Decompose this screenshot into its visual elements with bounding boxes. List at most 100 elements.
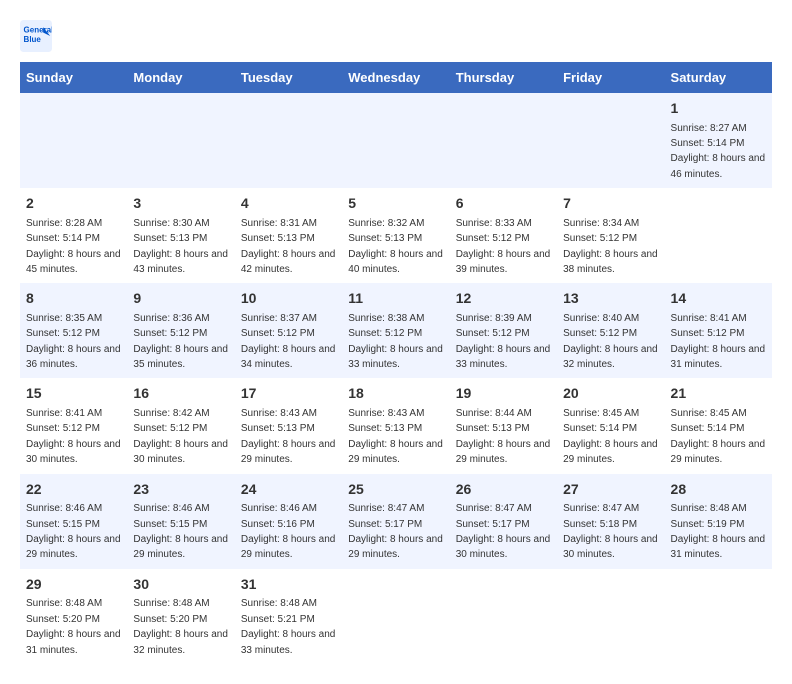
calendar-day-cell: 26 Sunrise: 8:47 AMSunset: 5:17 PMDayligh… [450,474,557,569]
empty-day-cell [342,93,449,188]
calendar-day-cell: 16Sunrise: 8:42 AMSunset: 5:12 PMDayligh… [127,378,234,473]
day-info: Sunrise: 8:41 AMSunset: 5:12 PMDaylight:… [671,313,766,370]
calendar-header-row: SundayMondayTuesdayWednesdayThursdayFrid… [20,62,772,93]
day-number: 16 [133,384,228,404]
day-info: Sunrise: 8:45 AMSunset: 5:14 PMDaylight:… [563,408,658,465]
calendar-day-cell: 21 Sunrise: 8:45 AMSunset: 5:14 PMDayligh… [665,378,772,473]
day-info: Sunrise: 8:48 AMSunset: 5:21 PMDaylight:… [241,598,336,655]
calendar-day-cell: 7 Sunrise: 8:34 AMSunset: 5:12 PMDaylight… [557,188,664,283]
calendar-day-cell: 30 Sunrise: 8:48 AMSunset: 5:20 PMDayligh… [127,569,234,664]
day-info: Sunrise: 8:39 AMSunset: 5:12 PMDaylight:… [456,313,551,370]
day-number: 23 [133,480,228,500]
day-number: 10 [241,289,336,309]
empty-day-cell [235,93,342,188]
calendar-day-cell: 17 Sunrise: 8:43 AMSunset: 5:13 PMDayligh… [235,378,342,473]
day-number: 25 [348,480,443,500]
day-number: 2 [26,194,121,214]
day-info: Sunrise: 8:32 AMSunset: 5:13 PMDaylight:… [348,218,443,275]
calendar-day-cell: 14Sunrise: 8:41 AMSunset: 5:12 PMDayligh… [665,283,772,378]
day-number: 7 [563,194,658,214]
svg-text:Blue: Blue [24,35,42,44]
calendar-day-cell: 3 Sunrise: 8:30 AMSunset: 5:13 PMDaylight… [127,188,234,283]
day-number: 30 [133,575,228,595]
day-number: 21 [671,384,766,404]
logo-icon: General Blue [20,20,52,52]
day-info: Sunrise: 8:44 AMSunset: 5:13 PMDaylight:… [456,408,551,465]
empty-day-cell [450,569,557,664]
day-number: 24 [241,480,336,500]
day-info: Sunrise: 8:48 AMSunset: 5:20 PMDaylight:… [133,598,228,655]
calendar-day-cell: 8Sunrise: 8:35 AMSunset: 5:12 PMDaylight… [20,283,127,378]
calendar-day-cell: 9 Sunrise: 8:36 AMSunset: 5:12 PMDaylight… [127,283,234,378]
empty-day-cell [557,569,664,664]
day-info: Sunrise: 8:46 AMSunset: 5:15 PMDaylight:… [133,503,228,560]
day-number: 29 [26,575,121,595]
day-number: 3 [133,194,228,214]
calendar-week-row: 1 Sunrise: 8:27 AMSunset: 5:14 PMDaylight… [20,93,772,188]
header-wednesday: Wednesday [342,62,449,93]
day-info: Sunrise: 8:36 AMSunset: 5:12 PMDaylight:… [133,313,228,370]
day-info: Sunrise: 8:48 AMSunset: 5:19 PMDaylight:… [671,503,766,560]
logo: General Blue [20,20,52,52]
day-number: 1 [671,99,766,119]
day-info: Sunrise: 8:33 AMSunset: 5:12 PMDaylight:… [456,218,551,275]
calendar-day-cell: 15 Sunrise: 8:41 AMSunset: 5:12 PMDayligh… [20,378,127,473]
calendar-day-cell: 18Sunrise: 8:43 AMSunset: 5:13 PMDayligh… [342,378,449,473]
day-info: Sunrise: 8:27 AMSunset: 5:14 PMDaylight:… [671,123,766,180]
calendar-day-cell: 23 Sunrise: 8:46 AMSunset: 5:15 PMDayligh… [127,474,234,569]
empty-day-cell [665,188,772,283]
day-info: Sunrise: 8:28 AMSunset: 5:14 PMDaylight:… [26,218,121,275]
empty-day-cell [342,569,449,664]
day-info: Sunrise: 8:47 AMSunset: 5:17 PMDaylight:… [348,503,443,560]
calendar-day-cell: 11Sunrise: 8:38 AMSunset: 5:12 PMDayligh… [342,283,449,378]
calendar-day-cell: 28Sunrise: 8:48 AMSunset: 5:19 PMDayligh… [665,474,772,569]
day-info: Sunrise: 8:37 AMSunset: 5:12 PMDaylight:… [241,313,336,370]
day-number: 4 [241,194,336,214]
day-number: 27 [563,480,658,500]
day-number: 12 [456,289,551,309]
empty-day-cell [665,569,772,664]
header-thursday: Thursday [450,62,557,93]
calendar-day-cell: 20Sunrise: 8:45 AMSunset: 5:14 PMDayligh… [557,378,664,473]
day-info: Sunrise: 8:41 AMSunset: 5:12 PMDaylight:… [26,408,121,465]
day-number: 9 [133,289,228,309]
day-number: 17 [241,384,336,404]
empty-day-cell [557,93,664,188]
empty-day-cell [450,93,557,188]
day-number: 15 [26,384,121,404]
empty-day-cell [127,93,234,188]
day-info: Sunrise: 8:47 AMSunset: 5:17 PMDaylight:… [456,503,551,560]
day-info: Sunrise: 8:45 AMSunset: 5:14 PMDaylight:… [671,408,766,465]
calendar-day-cell: 29Sunrise: 8:48 AMSunset: 5:20 PMDayligh… [20,569,127,664]
calendar-week-row: 29 Sunrise: 8:48 AMSunset: 5:20 PMDayligh… [20,569,772,664]
header-tuesday: Tuesday [235,62,342,93]
day-info: Sunrise: 8:34 AMSunset: 5:12 PMDaylight:… [563,218,658,275]
day-number: 6 [456,194,551,214]
day-info: Sunrise: 8:46 AMSunset: 5:15 PMDaylight:… [26,503,121,560]
calendar-day-cell: 31 Sunrise: 8:48 AMSunset: 5:21 PMDayligh… [235,569,342,664]
day-info: Sunrise: 8:46 AMSunset: 5:16 PMDaylight:… [241,503,336,560]
calendar-day-cell: 10 Sunrise: 8:37 AMSunset: 5:12 PMDayligh… [235,283,342,378]
calendar-table: SundayMondayTuesdayWednesdayThursdayFrid… [20,62,772,664]
day-info: Sunrise: 8:47 AMSunset: 5:18 PMDaylight:… [563,503,658,560]
calendar-day-cell: 2 Sunrise: 8:28 AMSunset: 5:14 PMDaylight… [20,188,127,283]
day-number: 19 [456,384,551,404]
calendar-day-cell: 12 Sunrise: 8:39 AMSunset: 5:12 PMDayligh… [450,283,557,378]
calendar-day-cell: 25 Sunrise: 8:47 AMSunset: 5:17 PMDayligh… [342,474,449,569]
calendar-day-cell: 22Sunrise: 8:46 AMSunset: 5:15 PMDayligh… [20,474,127,569]
calendar-day-cell: 5Sunrise: 8:32 AMSunset: 5:13 PMDaylight… [342,188,449,283]
day-number: 26 [456,480,551,500]
day-info: Sunrise: 8:30 AMSunset: 5:13 PMDaylight:… [133,218,228,275]
day-info: Sunrise: 8:35 AMSunset: 5:12 PMDaylight:… [26,313,121,370]
calendar-day-cell: 4Sunrise: 8:31 AMSunset: 5:13 PMDaylight… [235,188,342,283]
calendar-day-cell: 27 Sunrise: 8:47 AMSunset: 5:18 PMDayligh… [557,474,664,569]
day-info: Sunrise: 8:40 AMSunset: 5:12 PMDaylight:… [563,313,658,370]
day-info: Sunrise: 8:43 AMSunset: 5:13 PMDaylight:… [241,408,336,465]
page-header: General Blue [20,20,772,52]
day-info: Sunrise: 8:43 AMSunset: 5:13 PMDaylight:… [348,408,443,465]
day-number: 31 [241,575,336,595]
calendar-week-row: 8Sunrise: 8:35 AMSunset: 5:12 PMDaylight… [20,283,772,378]
header-sunday: Sunday [20,62,127,93]
calendar-day-cell: 13Sunrise: 8:40 AMSunset: 5:12 PMDayligh… [557,283,664,378]
day-number: 11 [348,289,443,309]
